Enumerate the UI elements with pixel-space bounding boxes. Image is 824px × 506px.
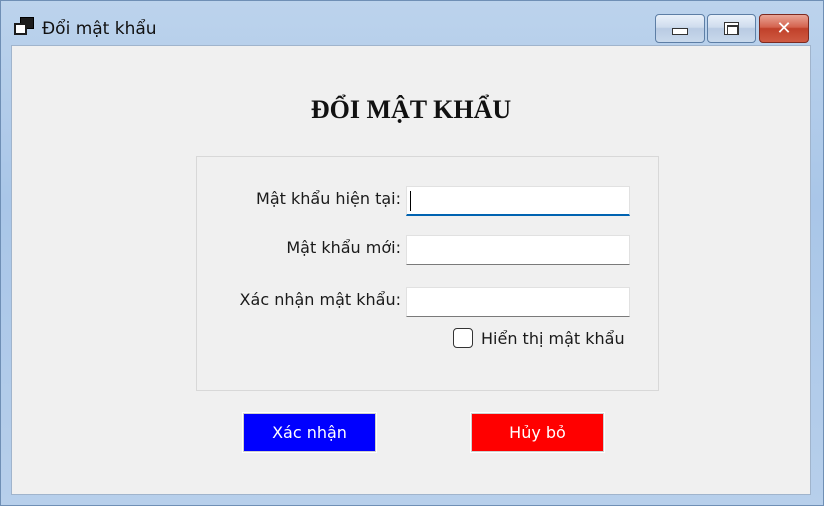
maximize-button[interactable] bbox=[707, 14, 756, 43]
show-password-option[interactable]: Hiển thị mật khẩu bbox=[453, 328, 625, 348]
cancel-button[interactable]: Hủy bỏ bbox=[470, 412, 605, 453]
minimize-button[interactable] bbox=[655, 14, 705, 43]
title-bar[interactable]: Đổi mật khẩu ✕ bbox=[1, 1, 823, 45]
change-password-window: Đổi mật khẩu ✕ ĐỔI MẬT KHẨU Mật khẩu hiệ… bbox=[0, 0, 824, 506]
confirm-password-field[interactable] bbox=[406, 287, 630, 317]
confirm-button[interactable]: Xác nhận bbox=[242, 412, 377, 453]
close-icon: ✕ bbox=[776, 17, 792, 39]
form-client-area: ĐỔI MẬT KHẨU Mật khẩu hiện tại: Mật khẩu… bbox=[11, 45, 811, 495]
current-password-field[interactable] bbox=[406, 186, 630, 216]
show-password-label[interactable]: Hiển thị mật khẩu bbox=[481, 329, 625, 348]
new-password-field[interactable] bbox=[406, 235, 630, 265]
show-password-checkbox[interactable] bbox=[453, 328, 473, 348]
window-title: Đổi mật khẩu bbox=[42, 19, 157, 39]
new-password-label: Mật khẩu mới: bbox=[286, 238, 401, 257]
app-window-icon bbox=[14, 17, 36, 37]
password-group-box: Mật khẩu hiện tại: Mật khẩu mới: Xác nhậ… bbox=[196, 156, 659, 391]
minimize-icon bbox=[672, 28, 688, 35]
confirm-password-label: Xác nhận mật khẩu: bbox=[239, 290, 401, 309]
current-password-label: Mật khẩu hiện tại: bbox=[256, 189, 401, 208]
text-caret bbox=[410, 191, 411, 211]
maximize-icon bbox=[724, 22, 739, 35]
close-button[interactable]: ✕ bbox=[759, 14, 809, 43]
page-title: ĐỔI MẬT KHẨU bbox=[310, 95, 512, 124]
